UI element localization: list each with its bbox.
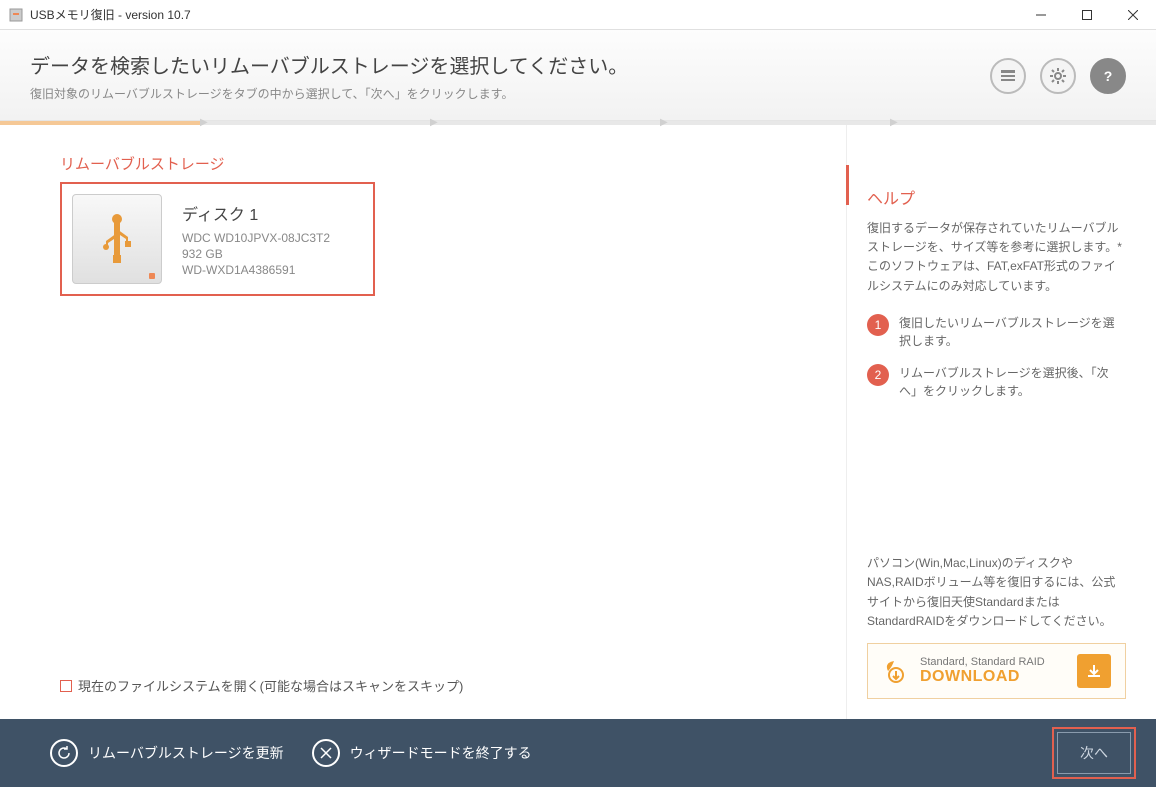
checkbox-label: 現在のファイルシステムを開く(可能な場合はスキャンをスキップ) [78,676,463,695]
disk-card[interactable]: ディスク 1 WDC WD10JPVX-08JC3T2 932 GB WD-WX… [60,182,375,296]
main-panel: リムーバブルストレージ ディスク 1 WDC WD10JPVX-08JC3T2 … [0,125,846,719]
disk-size: 932 GB [182,247,330,261]
section-title: リムーバブルストレージ [60,153,814,174]
settings-icon-button[interactable] [1040,58,1076,94]
download-big-label: DOWNLOAD [920,668,1067,686]
log-icon-button[interactable] [990,58,1026,94]
maximize-button[interactable] [1064,0,1110,30]
app-icon [8,7,24,23]
skip-scan-checkbox[interactable]: 現在のファイルシステムを開く(可能な場合はスキャンをスキップ) [60,676,814,695]
header: データを検索したいリムーバブルストレージを選択してください。 復旧対象のリムーバ… [0,30,1156,121]
exit-wizard-button[interactable]: ウィザードモードを終了する [312,739,532,767]
close-button[interactable] [1110,0,1156,30]
help-title: ヘルプ [867,185,1126,209]
download-icon-button[interactable] [1077,654,1111,688]
help-step-2: 2 リムーバブルストレージを選択後、「次へ」をクリックします。 [867,364,1126,400]
usb-drive-icon [72,194,162,284]
step-number-icon: 1 [867,314,889,336]
titlebar: USBメモリ復旧 - version 10.7 [0,0,1156,30]
window-title: USBメモリ復旧 - version 10.7 [30,6,1018,23]
download-small-label: Standard, Standard RAID [920,656,1067,668]
download-box[interactable]: Standard, Standard RAID DOWNLOAD [867,643,1126,699]
footer: リムーバブルストレージを更新 ウィザードモードを終了する 次へ [0,719,1156,787]
minimize-button[interactable] [1018,0,1064,30]
checkbox-icon [60,680,72,692]
download-description: パソコン(Win,Mac,Linux)のディスクやNAS,RAIDボリューム等を… [867,554,1126,631]
next-button[interactable]: 次へ [1057,732,1131,774]
help-intro: 復旧するデータが保存されていたリムーバブルストレージを、サイズ等を参考に選択しま… [867,219,1126,296]
svg-text:?: ? [1104,68,1113,84]
disk-model: WDC WD10JPVX-08JC3T2 [182,231,330,245]
page-title: データを検索したいリムーバブルストレージを選択してください。 [30,50,990,79]
disk-name: ディスク 1 [182,201,330,225]
page-subtitle: 復旧対象のリムーバブルストレージをタブの中から選択して、「次へ」をクリックします… [30,85,990,102]
refresh-icon [50,739,78,767]
help-step-1: 1 復旧したいリムーバブルストレージを選択します。 [867,314,1126,350]
wing-icon [882,657,910,685]
help-icon-button[interactable]: ? [1090,58,1126,94]
disk-serial: WD-WXD1A4386591 [182,263,330,277]
step-number-icon: 2 [867,364,889,386]
help-sidebar: ヘルプ 復旧するデータが保存されていたリムーバブルストレージを、サイズ等を参考に… [846,125,1156,719]
refresh-button[interactable]: リムーバブルストレージを更新 [50,739,284,767]
close-icon [312,739,340,767]
next-button-highlight: 次へ [1052,727,1136,779]
